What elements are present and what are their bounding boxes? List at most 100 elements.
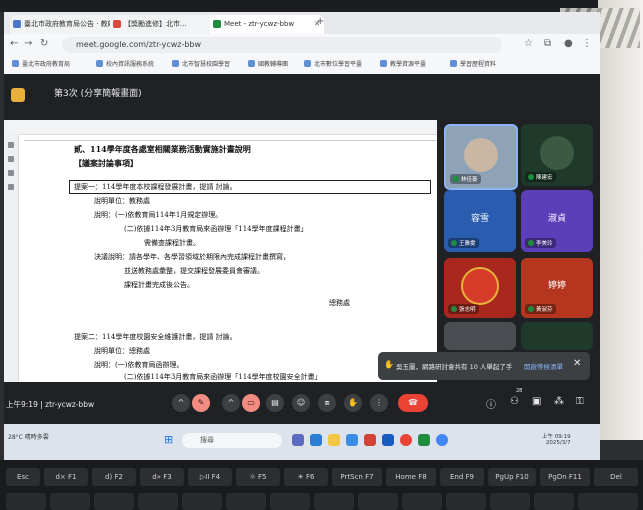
- chrome-profile-icon[interactable]: [436, 434, 448, 446]
- keyboard-key[interactable]: [534, 493, 574, 510]
- key-f4[interactable]: ▷II F4: [188, 468, 232, 486]
- participant-tile[interactable]: 陳建宏: [521, 124, 593, 186]
- keyboard-key[interactable]: [226, 493, 266, 510]
- edge-icon[interactable]: [310, 434, 322, 446]
- captions-button[interactable]: ▤: [266, 394, 284, 412]
- mic-off-button[interactable]: ✎: [192, 394, 210, 412]
- taskbar-search-input[interactable]: 搜尋: [182, 433, 282, 448]
- reload-icon[interactable]: ↻: [40, 38, 48, 49]
- bookmark-item[interactable]: 北市智慧校園學習: [172, 59, 230, 68]
- meet-header: 第3次 (分享簡報畫面): [4, 74, 600, 120]
- key-f9[interactable]: End F9: [440, 468, 484, 486]
- keyboard-key[interactable]: [270, 493, 310, 510]
- keyboard-key[interactable]: [314, 493, 354, 510]
- key-f5[interactable]: ☼ F5: [236, 468, 280, 486]
- meet-icon[interactable]: [418, 434, 430, 446]
- url-input[interactable]: meet.google.com/ztr-ycwz-bbw: [62, 37, 502, 53]
- open-queue-link[interactable]: 開啟等候清單: [524, 361, 563, 371]
- keyboard-key[interactable]: [138, 493, 178, 510]
- key-f1[interactable]: d× F1: [44, 468, 88, 486]
- comment-icon[interactable]: [8, 156, 14, 162]
- participant-avatar: 淑貞: [540, 201, 574, 236]
- participant-tile[interactable]: 容雪 王雅雯: [444, 190, 516, 252]
- insert-icon[interactable]: [8, 184, 14, 190]
- browser-tab[interactable]: 【獎勵進修】北市... ✕: [110, 15, 222, 34]
- star-icon[interactable]: ☆: [524, 38, 533, 49]
- store-icon[interactable]: [346, 434, 358, 446]
- participant-name: 張志明: [448, 304, 479, 314]
- forward-icon[interactable]: →: [24, 38, 32, 49]
- start-icon[interactable]: ⊞: [164, 433, 173, 446]
- bookmark-item[interactable]: 教學資源平臺: [380, 59, 426, 68]
- weather-widget[interactable]: 28°C 晴時多雲: [8, 432, 49, 441]
- activities-icon[interactable]: ⁂: [554, 396, 564, 407]
- browser-tab-active[interactable]: Meet - ztr-ycwz-bbw ✕: [210, 15, 324, 34]
- background-wall: [598, 0, 643, 440]
- extensions-icon[interactable]: ⧉: [544, 38, 551, 49]
- keyboard-key[interactable]: [402, 493, 442, 510]
- keyboard-key[interactable]: [490, 493, 530, 510]
- task-view-icon[interactable]: [292, 434, 304, 446]
- key-f6[interactable]: ☀ F6: [284, 468, 328, 486]
- bookmark-item[interactable]: 臺北市政府教育局: [12, 59, 70, 68]
- keyboard-key[interactable]: [50, 493, 90, 510]
- participant-tile[interactable]: 林佳蓁: [444, 124, 518, 190]
- key-del[interactable]: Del: [594, 468, 638, 486]
- chat-icon[interactable]: ▣: [532, 396, 541, 407]
- chrome-icon[interactable]: [400, 434, 412, 446]
- participant-tile[interactable]: 淑貞 李美玲: [521, 190, 593, 252]
- chevron-up-icon[interactable]: ^: [172, 394, 190, 412]
- camera-off-button[interactable]: ▭: [242, 394, 260, 412]
- participant-tile[interactable]: [444, 322, 516, 350]
- keyboard-key[interactable]: [182, 493, 222, 510]
- present-button[interactable]: ⧈: [318, 394, 336, 412]
- bookmark-item[interactable]: 北市數位學習平臺: [304, 59, 362, 68]
- toast-message: 吳玉蘭，網路研討會共有 10 人舉起了手: [396, 363, 513, 371]
- keyboard-key[interactable]: [6, 493, 46, 510]
- keyboard-key[interactable]: [358, 493, 398, 510]
- key-f3[interactable]: d» F3: [140, 468, 184, 486]
- key-esc[interactable]: Esc: [6, 468, 40, 486]
- word-icon[interactable]: [382, 434, 394, 446]
- bookmark-item[interactable]: 校內資訊服務系統: [96, 59, 154, 68]
- mic-icon: [528, 174, 534, 180]
- key-f11[interactable]: PgDn F11: [540, 468, 590, 486]
- doc-line: 說明單位：教務處: [94, 197, 150, 205]
- key-f10[interactable]: PgUp F10: [488, 468, 536, 486]
- host-controls-icon[interactable]: ⚿: [576, 396, 584, 407]
- keyboard-key[interactable]: [446, 493, 486, 510]
- participant-avatar: [540, 135, 574, 170]
- chevron-up-icon[interactable]: ^: [222, 394, 240, 412]
- people-icon[interactable]: ⚇: [510, 396, 519, 407]
- keyboard-key[interactable]: [94, 493, 134, 510]
- mic-icon: [528, 240, 534, 246]
- profile-icon[interactable]: ●: [564, 38, 573, 49]
- doc-line: 說明：(一)依教育局114年1月規定辦理。: [94, 211, 223, 219]
- format-icon[interactable]: [8, 170, 14, 176]
- outline-icon[interactable]: [8, 142, 14, 148]
- key-f2[interactable]: d) F2: [92, 468, 136, 486]
- participant-tile[interactable]: [521, 322, 593, 350]
- leave-call-button[interactable]: ☎: [398, 394, 428, 412]
- new-tab-icon[interactable]: +: [316, 16, 324, 27]
- participant-tile[interactable]: 婷婷 黃淑芬: [521, 258, 593, 318]
- shared-document: 貳、114學年度各處室相關業務活動實施計畫說明 【議案討論事項】 提案一：114…: [4, 120, 437, 382]
- raise-hand-button[interactable]: ✋: [344, 394, 362, 412]
- menu-icon[interactable]: ⋮: [582, 38, 592, 49]
- more-options-button[interactable]: ⋮: [370, 394, 388, 412]
- system-clock[interactable]: 上午 09:19 2025/3/7: [542, 432, 571, 446]
- emoji-button[interactable]: ☺: [292, 394, 310, 412]
- file-explorer-icon[interactable]: [328, 434, 340, 446]
- participant-tile[interactable]: 張志明: [444, 258, 516, 318]
- bookmark-item[interactable]: 國教輔導團: [248, 59, 288, 68]
- key-f8[interactable]: Home F8: [386, 468, 436, 486]
- browser-tab[interactable]: 臺北市政府教育局公告 · 教師 ✕: [10, 15, 122, 34]
- info-icon[interactable]: ⓘ: [486, 396, 496, 411]
- back-icon[interactable]: ←: [10, 38, 18, 49]
- bookmarks-bar: 臺北市政府教育局 校內資訊服務系統 北市智慧校園學習 國教輔導團 北市數位學習平…: [4, 56, 600, 75]
- close-icon[interactable]: ✕: [573, 358, 581, 369]
- office-icon[interactable]: [364, 434, 376, 446]
- bookmark-item[interactable]: 學習歷程資料: [450, 59, 496, 68]
- key-f7[interactable]: PrtScn F7: [332, 468, 382, 486]
- keyboard-key[interactable]: [578, 493, 638, 510]
